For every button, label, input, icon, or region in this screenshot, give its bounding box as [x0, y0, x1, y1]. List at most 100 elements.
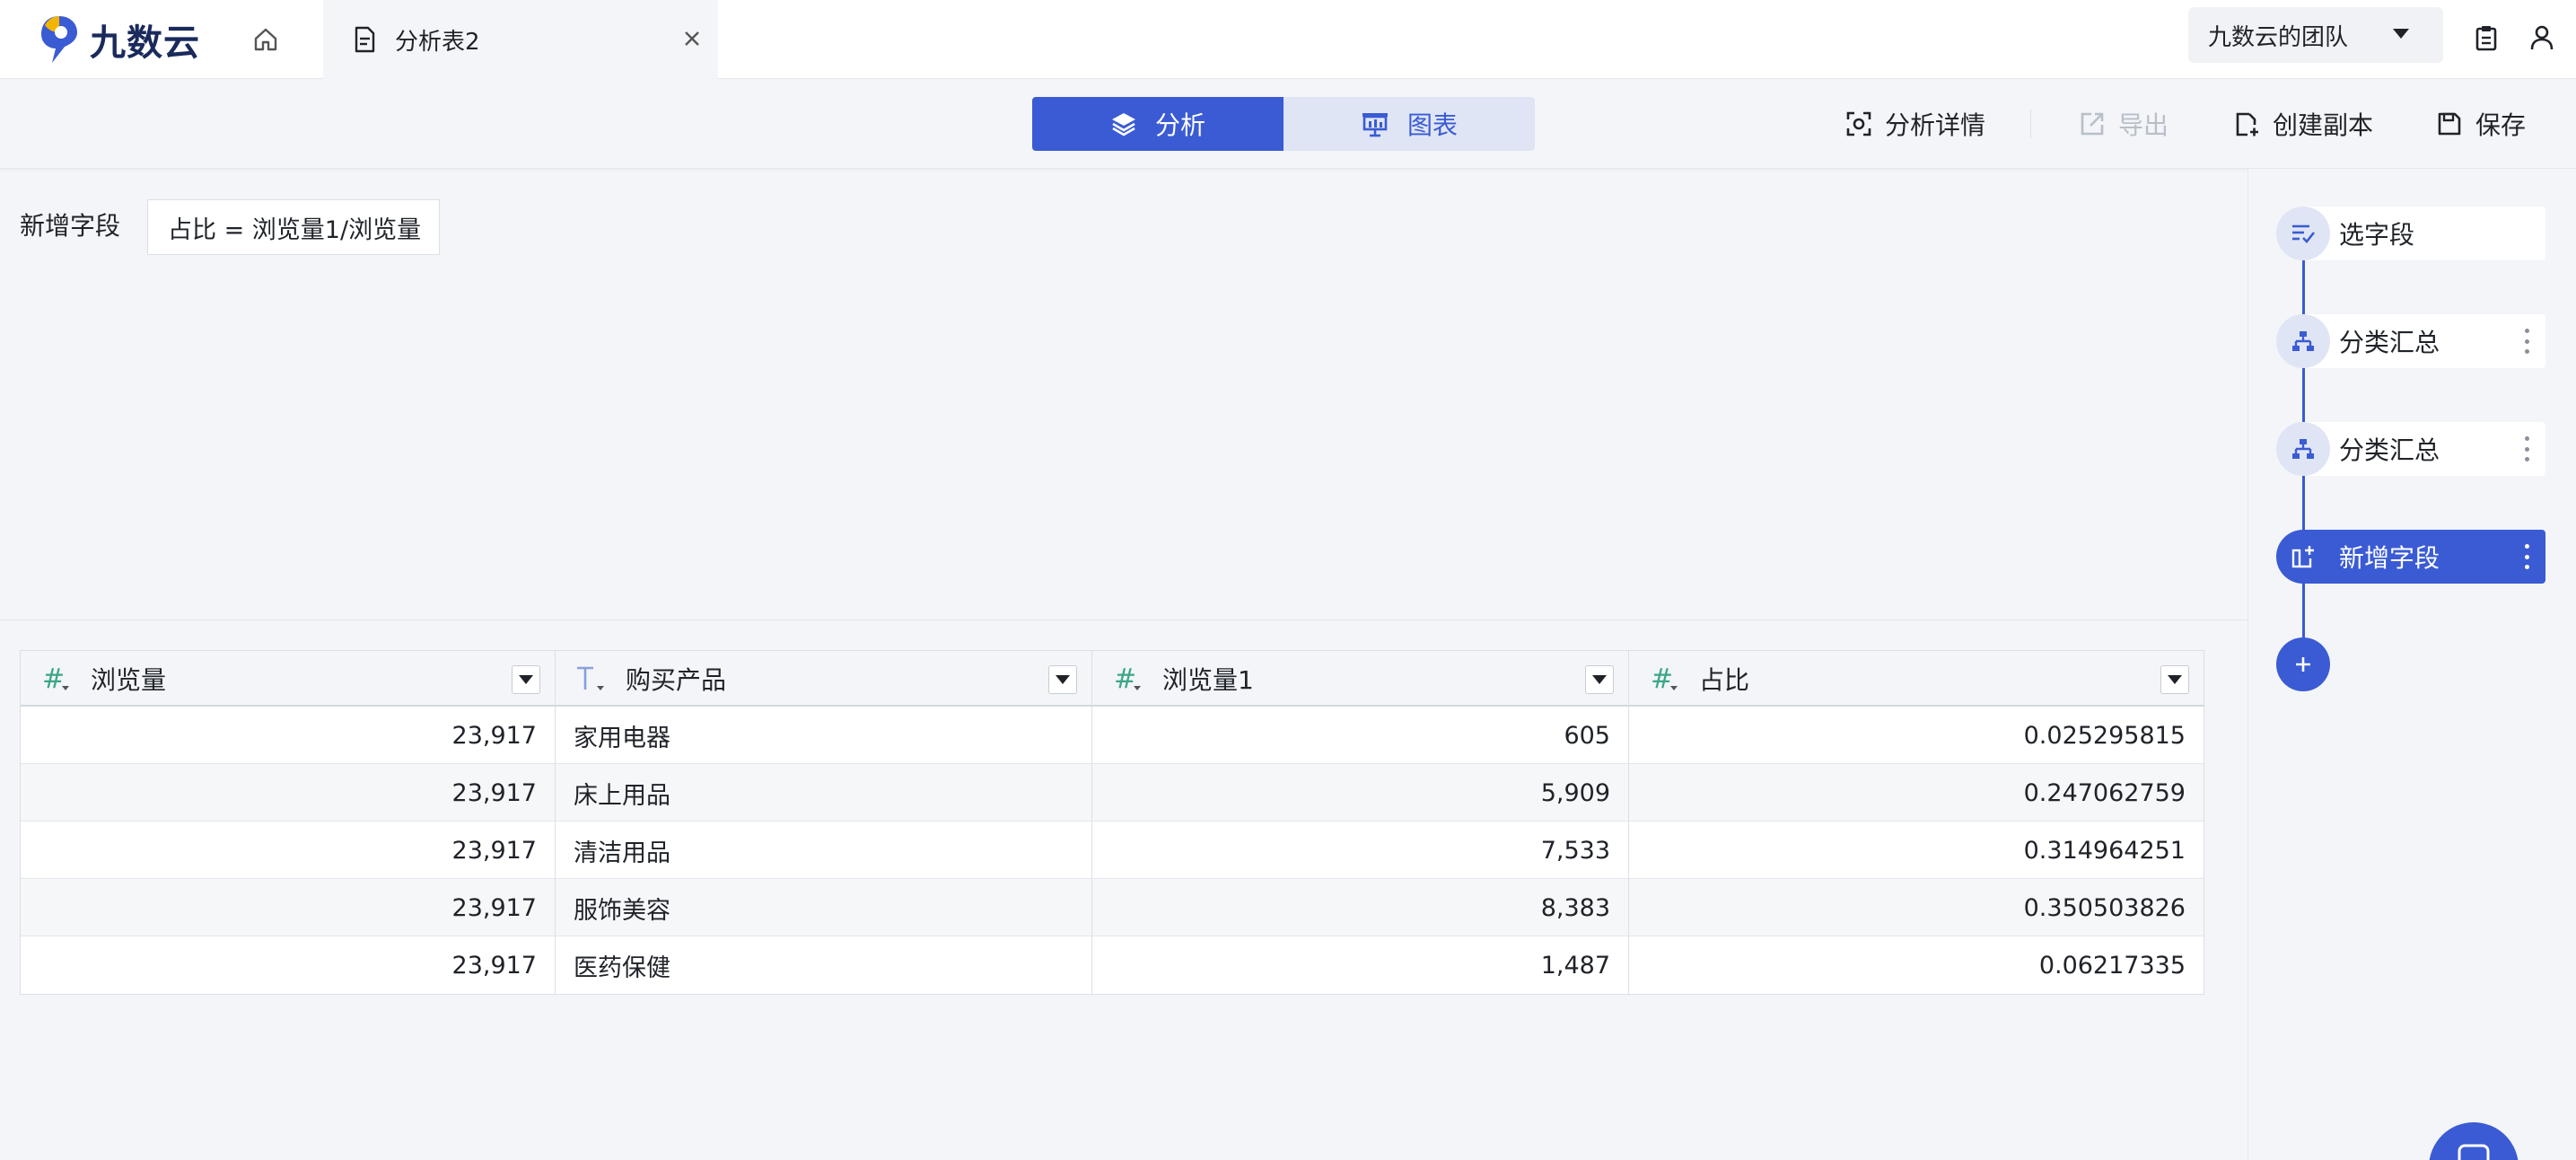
group-summary-icon [2292, 331, 2314, 351]
save-button[interactable]: 保存 [2436, 106, 2526, 142]
segment-analysis[interactable]: 分析 [1032, 97, 1284, 151]
table-cell[interactable]: 医药保健 [556, 936, 1092, 994]
step-group-summary-1[interactable]: 分类汇总 [2276, 314, 2545, 368]
team-selector[interactable]: 九数云的团队 [2188, 7, 2443, 63]
table-row: 23,917 清洁用品 7,533 0.314964251 [21, 822, 2204, 879]
step-add-field[interactable]: 新增字段 [2276, 530, 2545, 584]
step-box[interactable]: 选字段 [2301, 207, 2545, 260]
more-options-icon[interactable] [2524, 436, 2529, 461]
number-type-icon[interactable]: # [1110, 661, 1152, 697]
table-row: 23,917 服饰美容 8,383 0.350503826 [21, 879, 2204, 936]
copy-document-icon [2236, 112, 2258, 136]
text-type-icon[interactable] [574, 661, 615, 697]
table-cell[interactable]: 0.247062759 [1629, 764, 2204, 822]
app-name: 九数云 [90, 22, 200, 64]
table-cell[interactable]: 605 [1092, 707, 1629, 764]
formula-text: 占比 = 浏览量1/浏览量 [168, 215, 422, 244]
app-logo[interactable]: 九数云 [38, 13, 200, 66]
table-cell[interactable]: 0.350503826 [1629, 879, 2204, 936]
caret-down-icon [2168, 675, 2182, 684]
table-row: 23,917 家用电器 605 0.025295815 [21, 707, 2204, 764]
table-cell[interactable]: 23,917 [21, 764, 556, 822]
close-tab-button[interactable] [679, 25, 705, 52]
more-options-icon[interactable] [2524, 544, 2529, 569]
table-cell[interactable]: 0.06217335 [1629, 936, 2204, 994]
clipboard-icon [2475, 26, 2497, 51]
segment-chart[interactable]: 图表 [1284, 97, 1535, 151]
column-header-views1[interactable]: # 浏览量1 [1092, 651, 1629, 707]
caret-down-icon [1592, 675, 1607, 684]
number-type-icon[interactable]: # [1647, 661, 1688, 697]
table-cell[interactable]: 23,917 [21, 936, 556, 994]
step-box[interactable]: 新增字段 [2301, 530, 2545, 584]
caret-down-icon [1056, 675, 1070, 684]
table-cell[interactable]: 7,533 [1092, 822, 1629, 879]
document-icon [355, 26, 375, 53]
team-name: 九数云的团队 [2208, 23, 2349, 51]
svg-text:#: # [1651, 663, 1673, 695]
user-icon [2530, 25, 2554, 50]
clipboard-button[interactable] [2466, 18, 2506, 57]
table-cell[interactable]: 1,487 [1092, 936, 1629, 994]
add-step-button[interactable] [2276, 637, 2330, 691]
analysis-details-button[interactable]: 分析详情 [1845, 106, 1985, 142]
table-cell[interactable]: 0.314964251 [1629, 822, 2204, 879]
caret-down-icon [519, 675, 533, 684]
table-cell[interactable]: 服饰美容 [556, 879, 1092, 936]
create-copy-button[interactable]: 创建副本 [2233, 106, 2373, 142]
column-menu-button[interactable] [2160, 665, 2189, 694]
analysis-details-label: 分析详情 [1885, 110, 1986, 140]
step-group-summary-2[interactable]: 分类汇总 [2276, 422, 2545, 476]
toolbar-divider [2030, 110, 2031, 138]
step-box[interactable]: 分类汇总 [2301, 422, 2545, 476]
close-icon [685, 31, 699, 46]
column-menu-button[interactable] [1585, 665, 1614, 694]
focus-scan-icon [1846, 111, 1871, 136]
step-icon-circle [2276, 314, 2330, 368]
segment-chart-label: 图表 [1406, 110, 1458, 140]
save-label: 保存 [2475, 110, 2527, 140]
column-name: 购买产品 [626, 665, 727, 695]
number-type-icon[interactable]: # [39, 661, 80, 697]
step-icon-circle [2276, 207, 2330, 260]
step-select-fields[interactable]: 选字段 [2276, 207, 2545, 260]
table-cell[interactable]: 8,383 [1092, 879, 1629, 936]
more-options-icon[interactable] [2524, 329, 2529, 354]
new-field-label: 新增字段 [20, 211, 121, 241]
table-cell[interactable]: 清洁用品 [556, 822, 1092, 879]
svg-text:#: # [1114, 663, 1136, 695]
table-cell[interactable]: 23,917 [21, 879, 556, 936]
step-icon-circle [2276, 422, 2330, 476]
tab-analysis-sheet[interactable]: 分析表2 [323, 0, 718, 79]
column-name: 占比 [1699, 665, 1750, 695]
table-cell[interactable]: 床上用品 [556, 764, 1092, 822]
formula-field-chip[interactable]: 占比 = 浏览量1/浏览量 [147, 199, 440, 255]
table-cell[interactable]: 家用电器 [556, 707, 1092, 764]
step-box[interactable]: 分类汇总 [2301, 314, 2545, 368]
step-label: 新增字段 [2339, 543, 2440, 573]
chevron-down-icon [2393, 29, 2409, 39]
export-icon [2081, 112, 2104, 136]
column-header-views[interactable]: # 浏览量 [21, 651, 556, 707]
user-button[interactable] [2522, 18, 2562, 57]
logo-icon [38, 13, 81, 66]
data-table: # 浏览量 购买产品 # 浏览量1 # 占比 23,917 家用电器 605 0… [20, 650, 2204, 995]
column-header-product[interactable]: 购买产品 [556, 651, 1092, 707]
table-cell[interactable]: 5,909 [1092, 764, 1629, 822]
svg-text:#: # [42, 663, 65, 695]
table-cell[interactable]: 23,917 [21, 822, 556, 879]
home-button[interactable] [244, 18, 287, 61]
step-label: 选字段 [2339, 220, 2415, 250]
layers-icon [1111, 113, 1135, 136]
column-menu-button[interactable] [512, 665, 540, 694]
chart-board-icon [1362, 113, 1388, 137]
table-body: 23,917 家用电器 605 0.025295815 23,917 床上用品 … [21, 707, 2204, 994]
segment-analysis-label: 分析 [1154, 110, 1205, 140]
table-cell[interactable]: 0.025295815 [1629, 707, 2204, 764]
column-header-ratio[interactable]: # 占比 [1629, 651, 2204, 707]
step-label: 分类汇总 [2339, 328, 2440, 357]
export-button[interactable]: 导出 [2079, 106, 2169, 142]
column-menu-button[interactable] [1048, 665, 1077, 694]
export-label: 导出 [2118, 110, 2169, 140]
table-cell[interactable]: 23,917 [21, 707, 556, 764]
